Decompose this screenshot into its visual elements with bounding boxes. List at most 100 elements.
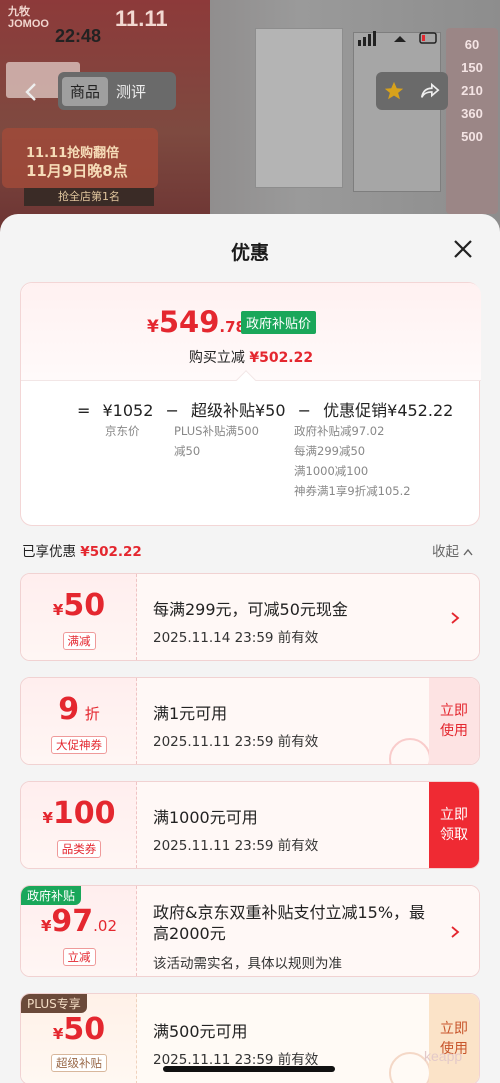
- formula-minus: −: [165, 401, 179, 420]
- coupon-amount-value: 50: [63, 588, 106, 623]
- collapse-label: 收起: [432, 544, 459, 560]
- promo-detail-item: 政府补贴减97.02: [294, 424, 385, 438]
- coupon-expiry: 2025.11.11 23:59 前有效: [153, 1052, 319, 1068]
- base-price-label: 京东价: [105, 424, 140, 438]
- formula-base-price: ¥1052: [102, 401, 154, 420]
- claim-now-button[interactable]: 立即 领取: [429, 782, 479, 868]
- formula-promo: 优惠促销¥452.22: [323, 401, 454, 420]
- instant-discount-label: 购买立减: [188, 350, 245, 366]
- back-arrow-icon[interactable]: [20, 80, 44, 104]
- watermark: keapp: [424, 1048, 463, 1064]
- price-ladder: 60 150 210 360 500: [446, 28, 498, 214]
- price-ladder-item: 60: [464, 37, 480, 52]
- coupon-title: 每满299元，可减50元现金: [153, 600, 348, 619]
- sale-banner-line2: 11月9日晚8点: [26, 162, 128, 180]
- coupon-card[interactable]: ¥50 满减 每满299元，可减50元现金 2025.11.14 23:59 前…: [20, 573, 480, 661]
- share-icon[interactable]: [419, 80, 441, 102]
- promo-detail-item: 神券满1享9折减105.2: [294, 484, 411, 498]
- coupon-card[interactable]: 政府补贴 ¥97.02 立减 政府&京东双重补贴支付立减15%，最 高2000元…: [20, 885, 480, 977]
- coupon-amount-decimal: .02: [93, 917, 118, 935]
- enjoyed-value: ¥502.22: [80, 544, 142, 560]
- close-icon[interactable]: [450, 236, 476, 262]
- coupon-amount: ¥50: [21, 1012, 137, 1047]
- coupon-title: 政府&京东双重补贴支付立减15%，最 高2000元: [153, 902, 425, 944]
- enjoyed-discount: 已享优惠 ¥502.22: [22, 540, 142, 560]
- final-price-area: ¥549.78 政府补贴价 购买立减 ¥502.22: [21, 283, 481, 381]
- coupon-note: 该活动需实名，具体以规则为准: [153, 956, 342, 972]
- coupon-expiry: 2025.11.11 23:59 前有效: [153, 734, 319, 750]
- favorite-star-icon[interactable]: [383, 80, 405, 102]
- coupon-amount-value: 97: [51, 904, 94, 939]
- coupon-type: 超级补贴: [21, 1052, 137, 1072]
- coupon-amount-symbol: ¥: [42, 809, 53, 827]
- tab-product[interactable]: 商品: [62, 76, 109, 106]
- coupon-expiry: 2025.11.11 23:59 前有效: [153, 838, 319, 854]
- coupon-amount: 9 折: [21, 692, 137, 727]
- product-page-background: 九牧 JOMOO 11.11 22:48 11.11抢购翻倍 11月9日晚8点 …: [0, 0, 500, 240]
- coupon-type-label: 大促神券: [51, 736, 107, 754]
- coupon-amount-symbol: ¥: [52, 1025, 64, 1043]
- event-logo: 11.11: [115, 6, 168, 31]
- chevron-right-icon[interactable]: [449, 611, 461, 625]
- formula-super-subsidy: 超级补贴¥50: [191, 401, 286, 420]
- coupon-type-label: 品类券: [56, 840, 102, 858]
- final-price-integer: 549: [158, 305, 220, 339]
- coupon-title: 满1元可用: [153, 704, 228, 723]
- super-subsidy-detail-line: 减50: [174, 444, 201, 458]
- promo-detail-item: 满1000减100: [294, 464, 369, 478]
- use-now-button[interactable]: 立即 使用: [429, 994, 479, 1083]
- coupon-title: 满1000元可用: [153, 808, 258, 827]
- coupon-amount-symbol: ¥: [40, 917, 52, 935]
- coupon-type-label: 超级补贴: [51, 1054, 107, 1072]
- instant-discount-line: 购买立减 ¥502.22: [21, 347, 481, 367]
- sale-banner-line1: 11.11抢购翻倍: [26, 146, 120, 161]
- super-subsidy-detail: PLUS补贴满500 减50: [174, 421, 259, 461]
- coupon-type-label: 满减: [62, 632, 96, 650]
- coupon-type: 立减: [21, 946, 137, 966]
- coupon-amount: ¥97.02: [21, 904, 137, 939]
- coupon-card[interactable]: ¥100 品类券 满1000元可用 2025.11.11 23:59 前有效 立…: [20, 781, 480, 869]
- gov-subsidy-tag: 政府补贴价: [241, 311, 317, 334]
- product-image-shelf: [353, 32, 441, 192]
- price-formula: = ¥1052 − 超级补贴¥50 − 优惠促销¥452.22: [77, 397, 460, 421]
- price-breakdown-card: ¥549.78 政府补贴价 购买立减 ¥502.22 = ¥1052 − 超级补…: [20, 282, 481, 526]
- price-ladder-item: 150: [461, 60, 483, 75]
- coupon-amount-symbol: ¥: [52, 601, 64, 619]
- instant-discount-value: ¥502.22: [249, 350, 314, 366]
- formula-equals: =: [77, 401, 91, 420]
- price-ladder-item: 500: [461, 129, 483, 144]
- price-ladder-item: 210: [461, 83, 483, 98]
- formula-minus: −: [297, 401, 312, 420]
- price-ladder-item: 360: [461, 106, 483, 121]
- coupon-type: 品类券: [21, 838, 137, 858]
- tab-review[interactable]: 测评: [108, 77, 154, 106]
- coupon-amount: ¥100: [21, 796, 137, 831]
- coupon-type-label: 立减: [62, 948, 96, 966]
- sheet-title: 优惠: [230, 242, 269, 264]
- final-price: ¥549.78: [147, 305, 246, 339]
- brand-logo: 九牧 JOMOO: [8, 6, 49, 30]
- home-indicator[interactable]: [163, 1066, 335, 1072]
- coupon-title-line: 政府&京东双重补贴支付立减15%，最: [153, 903, 426, 922]
- coupon-title: 满500元可用: [153, 1022, 248, 1041]
- product-tabs: 商品 测评: [58, 72, 176, 110]
- coupon-card[interactable]: 9 折 大促神券 满1元可用 2025.11.11 23:59 前有效 立即 使…: [20, 677, 480, 765]
- gov-subsidy-corner-tag: 政府补贴: [21, 886, 82, 905]
- chevron-right-icon[interactable]: [449, 925, 461, 939]
- coupon-amount: ¥50: [21, 588, 137, 623]
- promo-detail-list: 政府补贴减97.02 每满299减50 满1000减100 神券满1享9折减10…: [294, 421, 411, 501]
- plus-exclusive-corner-tag: PLUS专享: [21, 994, 87, 1013]
- coupon-type: 大促神券: [21, 734, 137, 754]
- status-time: 22:48: [55, 26, 102, 46]
- final-price-symbol: ¥: [147, 317, 159, 337]
- nav-actions: [376, 72, 448, 110]
- enjoyed-label: 已享优惠: [22, 544, 76, 560]
- coupon-title-line: 高2000元: [153, 924, 226, 943]
- coupon-amount-value: 100: [52, 796, 116, 831]
- collapse-button[interactable]: 收起: [432, 540, 473, 560]
- super-subsidy-detail-line: PLUS补贴满500: [174, 424, 259, 438]
- coupon-amount-unit: 折: [84, 705, 100, 723]
- chevron-up-icon: [463, 548, 473, 556]
- coupon-expiry: 2025.11.14 23:59 前有效: [153, 630, 319, 646]
- use-now-button[interactable]: 立即 使用: [429, 678, 479, 764]
